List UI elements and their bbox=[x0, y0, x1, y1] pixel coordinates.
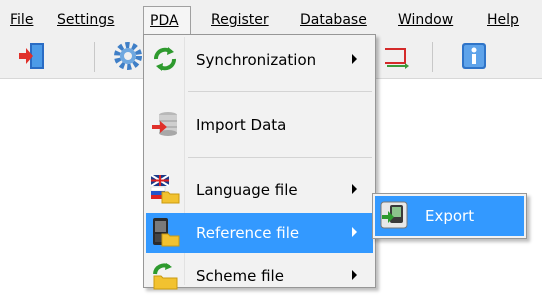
menu-bar: File Settings PDA Register Database Wind… bbox=[0, 0, 542, 36]
submenu-arrow-icon bbox=[352, 227, 357, 237]
submenu-item-label: Export bbox=[425, 207, 475, 225]
menu-file[interactable]: File bbox=[10, 9, 33, 31]
info-icon[interactable] bbox=[458, 40, 490, 72]
reference-file-icon bbox=[150, 217, 180, 247]
exit-door-icon[interactable] bbox=[16, 40, 48, 72]
menu-settings-label: Settings bbox=[57, 12, 115, 28]
menu-file-label: File bbox=[10, 12, 34, 28]
menu-separator bbox=[188, 157, 372, 158]
menu-database[interactable]: Database bbox=[300, 9, 367, 31]
menu-pda-label: PDA bbox=[150, 13, 179, 29]
transfer-icon[interactable] bbox=[383, 40, 415, 72]
menu-register[interactable]: Register bbox=[211, 9, 269, 31]
menu-item-label: Scheme file bbox=[196, 267, 284, 285]
menu-separator bbox=[188, 91, 372, 92]
menu-item-label: Import Data bbox=[196, 116, 287, 134]
menu-item-scheme-file[interactable]: Scheme file bbox=[146, 256, 373, 296]
submenu-arrow-icon bbox=[352, 270, 357, 280]
menu-item-label: Language file bbox=[196, 181, 298, 199]
toolbar-separator bbox=[94, 42, 95, 72]
export-icon bbox=[379, 200, 409, 230]
menu-settings[interactable]: Settings bbox=[57, 9, 114, 31]
language-flags-icon bbox=[150, 174, 180, 204]
submenu-item-export[interactable]: Export bbox=[375, 196, 524, 236]
submenu-arrow-icon bbox=[352, 184, 357, 194]
menu-window[interactable]: Window bbox=[398, 9, 453, 31]
scheme-file-icon bbox=[150, 260, 180, 290]
database-import-icon bbox=[150, 109, 180, 139]
pda-dropdown-menu: Synchronization Import Data Language fil… bbox=[143, 34, 376, 290]
toolbar-separator bbox=[432, 42, 433, 72]
menu-item-synchronization[interactable]: Synchronization bbox=[146, 40, 373, 80]
menu-item-language-file[interactable]: Language file bbox=[146, 170, 373, 210]
menu-help-label: Help bbox=[487, 12, 519, 28]
menu-register-label: Register bbox=[211, 12, 269, 28]
menu-pda[interactable]: PDA bbox=[143, 6, 191, 34]
menu-window-label: Window bbox=[398, 12, 454, 28]
reference-file-submenu: Export bbox=[372, 193, 527, 239]
submenu-arrow-icon bbox=[352, 54, 357, 64]
menu-item-reference-file[interactable]: Reference file bbox=[146, 213, 373, 253]
gear-icon[interactable] bbox=[112, 40, 144, 72]
menu-item-import-data[interactable]: Import Data bbox=[146, 105, 373, 145]
menu-item-label: Synchronization bbox=[196, 51, 317, 69]
menu-database-label: Database bbox=[300, 12, 367, 28]
sync-arrows-icon bbox=[150, 44, 180, 74]
menu-item-label: Reference file bbox=[196, 224, 300, 242]
menu-help[interactable]: Help bbox=[487, 9, 519, 31]
